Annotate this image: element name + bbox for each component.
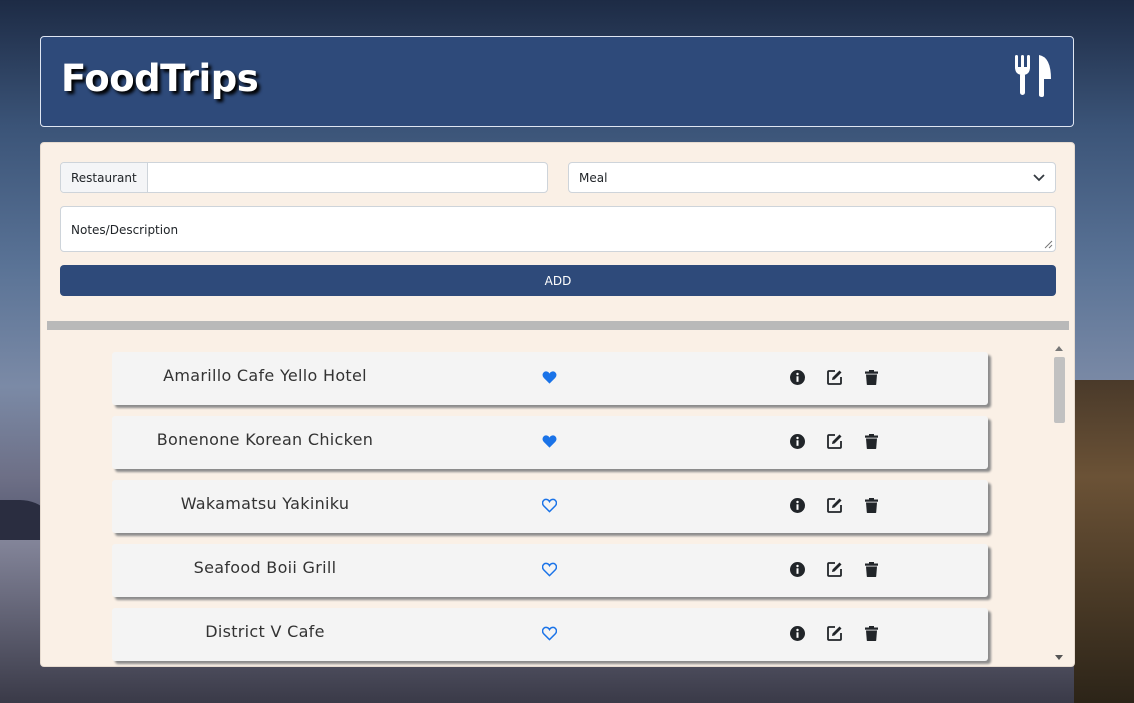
restaurant-name: District V Cafe xyxy=(205,622,325,641)
resize-grip-icon[interactable] xyxy=(1044,240,1053,249)
trash-icon[interactable] xyxy=(863,497,880,514)
meal-select[interactable]: Meal xyxy=(568,162,1056,193)
main-panel: Restaurant Meal Notes/Description ADD Am… xyxy=(40,142,1075,667)
trash-icon[interactable] xyxy=(863,561,880,578)
info-icon[interactable] xyxy=(789,433,806,450)
row-actions xyxy=(789,497,880,515)
background-terrace xyxy=(1074,380,1134,703)
restaurant-name: Wakamatsu Yakiniku xyxy=(180,494,350,513)
info-icon[interactable] xyxy=(789,625,806,642)
restaurant-name: Seafood Boii Grill xyxy=(193,558,337,577)
meal-select-value: Meal xyxy=(579,170,608,185)
restaurant-input-group: Restaurant xyxy=(60,162,548,193)
scroll-thumb[interactable] xyxy=(1054,357,1065,423)
heart-outline-icon[interactable] xyxy=(542,498,557,513)
info-icon[interactable] xyxy=(789,497,806,514)
restaurant-input[interactable] xyxy=(148,163,547,192)
scroll-down-arrow[interactable] xyxy=(1055,655,1063,660)
list-scrollbar[interactable] xyxy=(1051,340,1067,660)
trash-icon[interactable] xyxy=(863,433,880,450)
edit-icon[interactable] xyxy=(826,369,843,386)
edit-icon[interactable] xyxy=(826,433,843,450)
heart-outline-icon[interactable] xyxy=(542,562,557,577)
row-actions xyxy=(789,561,880,579)
scroll-up-arrow[interactable] xyxy=(1055,346,1063,351)
trash-icon[interactable] xyxy=(863,625,880,642)
info-icon[interactable] xyxy=(789,561,806,578)
info-icon[interactable] xyxy=(789,369,806,386)
heart-filled-icon[interactable] xyxy=(542,434,557,449)
add-button[interactable]: ADD xyxy=(60,265,1056,296)
app-title: FoodTrips xyxy=(61,57,259,100)
row-actions xyxy=(789,369,880,387)
edit-icon[interactable] xyxy=(826,625,843,642)
row-actions xyxy=(789,433,880,451)
restaurant-card: Bonenone Korean Chicken xyxy=(112,416,988,469)
edit-icon[interactable] xyxy=(826,497,843,514)
row-actions xyxy=(789,625,880,643)
heart-outline-icon[interactable] xyxy=(542,626,557,641)
restaurant-card: Seafood Boii Grill xyxy=(112,544,988,597)
section-divider xyxy=(47,321,1069,330)
restaurant-card: Amarillo Cafe Yello Hotel xyxy=(112,352,988,405)
heart-filled-icon[interactable] xyxy=(542,370,557,385)
trash-icon[interactable] xyxy=(863,369,880,386)
restaurant-card: District V Cafe xyxy=(112,608,988,661)
restaurant-name: Bonenone Korean Chicken xyxy=(156,430,374,449)
chevron-down-icon xyxy=(1033,173,1045,181)
restaurant-card: Wakamatsu Yakiniku xyxy=(112,480,988,533)
utensils-icon xyxy=(1015,55,1051,97)
restaurant-name: Amarillo Cafe Yello Hotel xyxy=(163,366,367,385)
edit-icon[interactable] xyxy=(826,561,843,578)
notes-placeholder: Notes/Description xyxy=(71,223,179,237)
app-header: FoodTrips xyxy=(40,36,1074,127)
notes-textarea[interactable]: Notes/Description xyxy=(60,206,1056,252)
restaurant-label: Restaurant xyxy=(61,163,148,192)
restaurant-list: Amarillo Cafe Yello Hotel Bonenone Korean… xyxy=(41,330,1074,666)
